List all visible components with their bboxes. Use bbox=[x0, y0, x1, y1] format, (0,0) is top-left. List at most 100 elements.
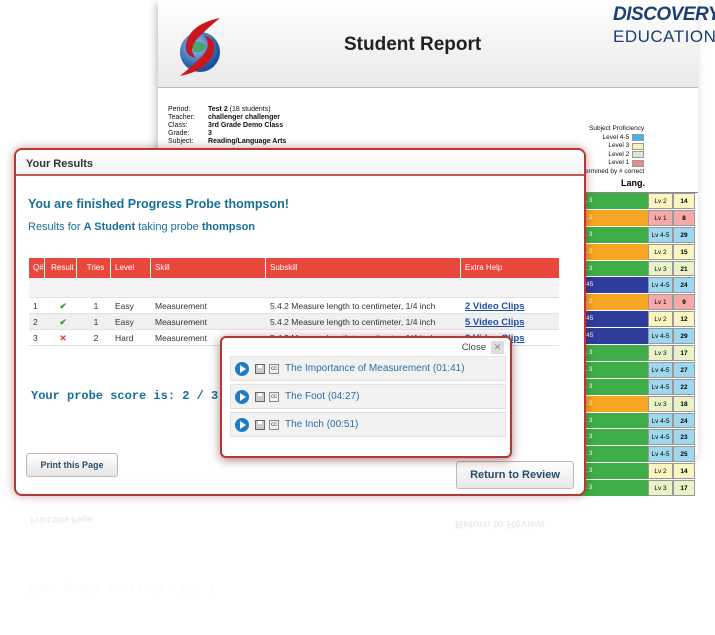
score-cell: 24 bbox=[673, 412, 695, 429]
info-row: Teacher: challenger challenger bbox=[168, 114, 286, 122]
proficiency-level-label: Level 2 bbox=[608, 150, 630, 158]
video-name: The Importance of Measurement bbox=[285, 363, 431, 374]
cell-tries: 1 bbox=[93, 301, 99, 311]
col-result: Result bbox=[45, 258, 77, 278]
lv-cell: Lv 1 bbox=[648, 294, 673, 311]
info-row: Class: 3rd Grade Demo Class bbox=[168, 122, 286, 130]
cc-icon[interactable]: cc bbox=[269, 391, 279, 402]
proficiency-level-label: Level 3 bbox=[608, 142, 630, 149]
video-clips-link[interactable]: 5 Video Clips bbox=[465, 317, 524, 328]
lv-cell: Lv 3 bbox=[648, 345, 673, 361]
info-row: Grade: 3 bbox=[168, 130, 286, 138]
video-name: The Foot bbox=[285, 391, 326, 402]
video-clip-row[interactable]: cc The Foot (04:27) bbox=[230, 384, 506, 409]
proficiency-key-row: Level 4-5 bbox=[576, 133, 645, 143]
cell-skill: Measurement bbox=[155, 301, 207, 311]
play-icon[interactable] bbox=[235, 361, 249, 376]
video-title[interactable]: The Foot (04:27) bbox=[285, 391, 360, 402]
video-clip-row[interactable]: cc The Importance of Measurement (01:41) bbox=[230, 356, 506, 381]
cell-q: 3 bbox=[33, 333, 38, 343]
video-clip-row[interactable]: cc The Inch (00:51) bbox=[230, 412, 506, 437]
video-title[interactable]: The Inch (00:51) bbox=[285, 419, 358, 430]
save-icon[interactable] bbox=[255, 363, 265, 374]
col-level: Level bbox=[111, 258, 151, 278]
video-name: The Inch bbox=[285, 419, 324, 430]
score-cell: 29 bbox=[673, 328, 695, 345]
lv-cell: Lv 2 bbox=[648, 311, 673, 328]
lv-cell: Lv 3 bbox=[648, 260, 673, 277]
play-icon[interactable] bbox=[235, 417, 249, 432]
score-cell: 14 bbox=[673, 193, 695, 209]
print-page-button[interactable]: Print this Page bbox=[26, 453, 118, 477]
lv-cell: Lv 2 bbox=[648, 463, 673, 480]
lv-cell: Lv 4-5 bbox=[648, 226, 673, 243]
results-for-line: Results for A Student taking probe thomp… bbox=[28, 221, 255, 233]
cell-level: Hard bbox=[115, 333, 134, 343]
cell-q: 2 bbox=[33, 317, 38, 327]
score-cell: 17 bbox=[673, 480, 695, 497]
popup-top-bar: Close ✕ bbox=[222, 338, 510, 355]
lv-cell: Lv 2 bbox=[648, 243, 673, 260]
cell-extra-help: 5 Video Clips bbox=[461, 314, 559, 329]
score-cell: 14 bbox=[673, 463, 695, 480]
taking-probe-text: taking probe bbox=[138, 221, 199, 233]
score-cell: 21 bbox=[673, 260, 695, 277]
return-to-review-button[interactable]: Return to Review bbox=[456, 461, 574, 489]
close-icon[interactable]: ✕ bbox=[491, 341, 504, 354]
x-icon: ✕ bbox=[59, 333, 67, 343]
video-clips-link[interactable]: 2 Video Clips bbox=[465, 301, 524, 312]
report-title: Student Report bbox=[344, 34, 482, 55]
cell-extra-help: 2 Video Clips bbox=[461, 298, 559, 313]
globe-logo-icon bbox=[180, 18, 220, 76]
cell-subskill: 5.4.2 Measure length to centimeter, 1/4 … bbox=[270, 301, 436, 311]
probe-name: thompson bbox=[201, 221, 256, 233]
brand-top: DISCOVERY bbox=[613, 4, 715, 25]
info-label: Class: bbox=[168, 122, 188, 129]
close-link[interactable]: Close bbox=[462, 342, 486, 353]
proficiency-key: Subject Proficiency Level 4-5 Level 3 Leve… bbox=[576, 125, 645, 176]
cell-level: Easy bbox=[115, 301, 134, 311]
proficiency-level-label: Level 4-5 bbox=[602, 133, 630, 141]
report-info: Period: Test 2 (18 students) Teacher: chall… bbox=[168, 106, 286, 146]
save-icon[interactable] bbox=[255, 391, 265, 402]
lv-cell: Lv 4-5 bbox=[648, 412, 673, 429]
score-cell: 15 bbox=[673, 243, 695, 260]
video-title[interactable]: The Importance of Measurement (01:41) bbox=[285, 363, 465, 374]
video-duration: (00:51) bbox=[326, 419, 359, 430]
results-title: Your Results bbox=[16, 150, 584, 176]
cell-tries: 1 bbox=[93, 317, 99, 327]
video-clips-popup: Close ✕ cc The Importance of Measurement … bbox=[220, 336, 512, 458]
cell-skill: Measurement bbox=[155, 317, 207, 327]
lv-cell: Lv 3 bbox=[648, 480, 673, 497]
results-table-header: Q# Result Tries Level Skill Subskill Ext… bbox=[29, 258, 559, 278]
finished-message: You are finished Progress Probe thompson… bbox=[28, 197, 289, 211]
table-row: 1 ✔ 1 Easy Measurement 5.4.2 Measure length t… bbox=[29, 298, 559, 314]
video-duration: (01:41) bbox=[432, 363, 465, 374]
score-cell: 12 bbox=[673, 311, 695, 328]
score-cell: 17 bbox=[673, 345, 695, 361]
proficiency-level-label: Level 1 bbox=[608, 159, 630, 166]
info-value: 3 bbox=[208, 130, 212, 137]
play-icon[interactable] bbox=[235, 389, 249, 404]
proficiency-swatch bbox=[632, 151, 645, 159]
lv-cell: Lv 1 bbox=[648, 209, 673, 226]
lv-cell: Lv 4-5 bbox=[648, 446, 673, 463]
score-cell: 27 bbox=[673, 361, 695, 378]
info-label: Grade: bbox=[168, 130, 190, 137]
cc-icon[interactable]: cc bbox=[269, 419, 279, 430]
score-cell: 22 bbox=[673, 378, 695, 395]
cc-icon[interactable]: cc bbox=[269, 363, 279, 374]
score-cell: 9 bbox=[673, 294, 695, 311]
proficiency-swatch bbox=[632, 134, 645, 142]
save-icon[interactable] bbox=[255, 419, 265, 430]
score-cell: 29 bbox=[673, 226, 695, 243]
score-cell: 25 bbox=[673, 446, 695, 463]
check-icon: ✔ bbox=[59, 317, 67, 327]
lv-cell: Lv 4-5 bbox=[648, 429, 673, 446]
info-row: Subject: Reading/Language Arts bbox=[168, 138, 286, 146]
lv-cell: Lv 4-5 bbox=[648, 378, 673, 395]
screenshot-stage: Student Report DISCOVERY EDUCATION Perio… bbox=[0, 0, 715, 635]
col-subskill: Subskill bbox=[266, 258, 461, 278]
lv-cell: Lv 4-5 bbox=[648, 361, 673, 378]
cell-tries: 2 bbox=[93, 333, 99, 343]
